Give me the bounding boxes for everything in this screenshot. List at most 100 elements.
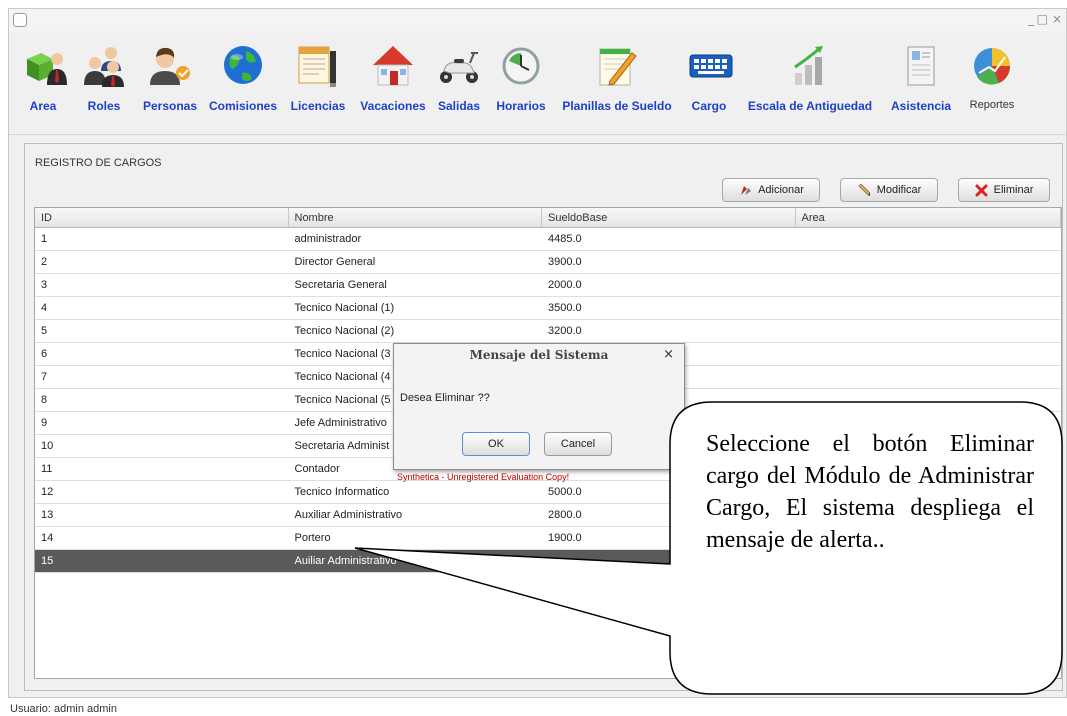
window-menu-icon[interactable]	[13, 13, 27, 27]
cancel-button[interactable]: Cancel	[544, 432, 612, 456]
cell-id: 11	[41, 463, 53, 475]
callout-text: Seleccione el botón Eliminar cargo del M…	[706, 431, 1034, 553]
toolbar-label-planillas: Planillas de Sueldo	[562, 99, 672, 113]
cell-id: 4	[41, 302, 48, 314]
status-user: Usuario: admin admin	[10, 703, 117, 715]
cell-nombre: Director General	[294, 256, 376, 268]
cell-id: 15	[41, 555, 54, 567]
cell-id: 7	[41, 371, 48, 383]
dialog-close-button[interactable]: ×	[663, 347, 674, 362]
cell-area	[796, 343, 1061, 365]
cell-nombre: Secretaria General	[294, 279, 387, 291]
cell-id: 5	[41, 325, 48, 337]
toolbar-item-roles[interactable]: Roles	[81, 43, 127, 113]
toolbar-label-personas: Personas	[142, 99, 198, 113]
toolbar-label-licencias: Licencias	[290, 99, 346, 113]
house-icon	[373, 46, 413, 86]
cell-sueldo: 2000.0	[548, 279, 582, 291]
cell-nombre: Tecnico Informatico	[294, 486, 390, 498]
cell-nombre: Portero	[294, 532, 331, 544]
table-row[interactable]: 1 administrador 4485.0	[35, 228, 1061, 251]
maximize-button[interactable]: □	[1037, 12, 1048, 26]
cell-nombre: Auxiliar Administrativo	[294, 509, 403, 521]
column-header-nombre[interactable]: Nombre	[289, 208, 542, 227]
cell-id: 3	[41, 279, 48, 291]
toolbar-item-planillas[interactable]: Planillas de Sueldo	[555, 43, 679, 113]
pencil-icon	[858, 183, 871, 196]
cell-sueldo: 4485.0	[548, 233, 582, 245]
toolbar-item-licencias[interactable]: Licencias	[285, 43, 351, 113]
close-button[interactable]: ×	[1052, 12, 1062, 26]
toolbar-item-reportes[interactable]: Reportes	[964, 43, 1020, 111]
toolbar-label-area: Area	[29, 99, 57, 113]
dialog-title: Mensaje del Sistema	[469, 348, 609, 362]
ok-button[interactable]: OK	[462, 432, 530, 456]
toolbar-label-reportes: Reportes	[969, 99, 1015, 111]
panel-title: REGISTRO DE CARGOS	[35, 157, 162, 169]
column-header-id[interactable]: ID	[35, 208, 289, 227]
table-row[interactable]: 2 Director General 3900.0	[35, 251, 1061, 274]
toolbar-label-cargo: Cargo	[691, 99, 727, 113]
toolbar-label-asistencia: Asistencia	[890, 99, 952, 113]
cell-id: 10	[41, 440, 54, 452]
cell-area	[796, 228, 1061, 250]
cell-id: 13	[41, 509, 54, 521]
bar-chart-icon	[794, 46, 823, 85]
toolbar-label-comisiones: Comisiones	[208, 99, 277, 113]
delete-button[interactable]: Eliminar	[958, 178, 1050, 202]
minimize-button[interactable]: _	[1028, 12, 1034, 26]
document-icon	[298, 46, 336, 87]
cell-sueldo: 3500.0	[548, 302, 582, 314]
cell-id: 14	[41, 532, 54, 544]
table-row[interactable]: 3 Secretaria General 2000.0	[35, 274, 1061, 297]
table-row[interactable]: 5 Tecnico Nacional (2) 3200.0	[35, 320, 1061, 343]
delete-x-icon	[975, 184, 988, 196]
toolbar-label-escala: Escala de Antiguedad	[747, 99, 873, 113]
scooter-icon	[440, 52, 478, 83]
toolbar-item-salidas[interactable]: Salidas	[433, 43, 485, 113]
cell-id: 8	[41, 394, 48, 406]
toolbar-item-escala[interactable]: Escala de Antiguedad	[739, 43, 881, 113]
module-toolbar: Area Roles Personas Comisiones Licencias…	[9, 33, 1066, 129]
cell-nombre: administrador	[294, 233, 362, 245]
toolbar-item-vacaciones[interactable]: Vacaciones	[355, 43, 431, 113]
confirm-dialog: Mensaje del Sistema × Desea Eliminar ?? …	[393, 343, 685, 470]
cell-sueldo: 3900.0	[548, 256, 582, 268]
cell-id: 2	[41, 256, 48, 268]
clock-icon	[502, 47, 540, 85]
column-header-area[interactable]: Area	[796, 208, 1061, 227]
cell-id: 9	[41, 417, 48, 429]
cell-area	[796, 366, 1061, 388]
globe-icon	[224, 46, 262, 84]
evaluation-watermark: Synthetica - Unregistered Evaluation Cop…	[397, 472, 570, 482]
cell-area	[796, 297, 1061, 319]
column-header-sueldo[interactable]: SueldoBase	[542, 208, 796, 227]
cell-nombre: Tecnico Nacional (1)	[294, 302, 395, 314]
toolbar-label-roles: Roles	[87, 99, 121, 113]
edit-button-label: Modificar	[876, 184, 922, 196]
title-bar: _ □ ×	[9, 9, 1066, 31]
toolbar-item-cargo[interactable]: Cargo	[688, 43, 733, 113]
toolbar-item-horarios[interactable]: Horarios	[490, 43, 552, 113]
cell-area	[796, 274, 1061, 296]
toolbar-label-horarios: Horarios	[496, 99, 546, 113]
cell-id: 12	[41, 486, 54, 498]
cell-area	[796, 320, 1061, 342]
add-icon	[741, 186, 752, 195]
cell-nombre: Auiliar Administrativo	[294, 555, 397, 567]
toolbar-item-personas[interactable]: Personas	[138, 43, 202, 113]
notepad-pencil-icon	[599, 48, 637, 86]
cell-id: 1	[41, 233, 48, 245]
personas-icon	[150, 47, 190, 85]
toolbar-item-asistencia[interactable]: Asistencia	[882, 43, 960, 113]
cell-area	[796, 251, 1061, 273]
table-row[interactable]: 4 Tecnico Nacional (1) 3500.0	[35, 297, 1061, 320]
cell-nombre: Tecnico Nacional (2)	[294, 325, 395, 337]
cell-id: 6	[41, 348, 48, 360]
add-button[interactable]: Adicionar	[722, 178, 820, 202]
toolbar-label-vacaciones: Vacaciones	[360, 99, 426, 113]
toolbar-item-comisiones[interactable]: Comisiones	[205, 43, 281, 113]
edit-button[interactable]: Modificar	[840, 178, 938, 202]
toolbar-item-area[interactable]: Area	[23, 43, 67, 113]
cell-area	[796, 389, 1061, 411]
